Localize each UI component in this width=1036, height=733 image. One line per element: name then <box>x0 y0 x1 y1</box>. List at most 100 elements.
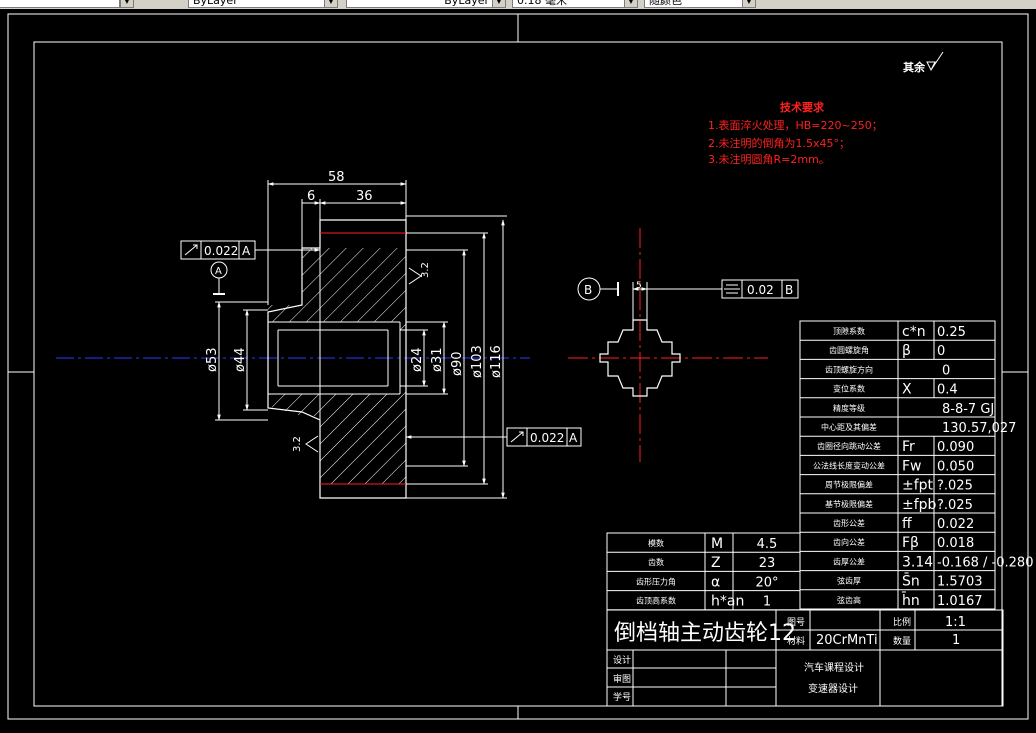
dim-dia24: ø24 <box>410 348 425 373</box>
runout-arrow-icon <box>510 431 524 443</box>
layer-dropdown[interactable]: ByLayer <box>188 0 338 8</box>
param-label: 齿形公差 <box>833 518 865 528</box>
project-name: 变速器设计 <box>808 682 858 695</box>
param-value: ?.025 <box>937 479 973 494</box>
basic-symbol: M <box>711 536 723 552</box>
param-label: 齿向公差 <box>833 537 865 547</box>
param-value: 1.5703 <box>937 575 983 590</box>
key-width-dim: 5 <box>636 281 642 291</box>
param-symbol: S̄n <box>902 572 920 590</box>
dim-dia103: ø103 <box>470 345 485 378</box>
dim-dia44: ø44 <box>233 348 248 373</box>
datum-b-label: B <box>584 283 592 297</box>
runout-bottom-value: 0.022 <box>530 431 564 445</box>
param-label: 齿厚公差 <box>833 556 865 566</box>
param-symbol: ff <box>902 516 912 532</box>
course-name: 汽车课程设计 <box>804 661 864 674</box>
dim-6: 6 <box>307 189 315 204</box>
designer-label: 设计 <box>613 654 631 666</box>
checker-label: 审图 <box>613 673 631 685</box>
param-value: 0.25 <box>937 325 966 340</box>
param-value: -0.168 / -0.280 <box>937 555 1033 570</box>
param-label: 公法线长度变动公差 <box>813 460 885 470</box>
basic-value: 23 <box>759 556 776 571</box>
param-value: 0.050 <box>937 459 974 474</box>
title-block-texts: 倒档轴主动齿轮12 图号 材料 20CrMnTi 比例 1:1 数量 1 设计 … <box>613 615 966 703</box>
symmetry-tolerance: 0.02 B <box>721 279 799 299</box>
param-symbol: X <box>902 382 912 398</box>
dim-dia116: ø116 <box>489 345 504 378</box>
param-symbol: ±fpb <box>902 497 937 513</box>
gear-section-view: 3.2 3.2 <box>267 219 431 499</box>
symmetry-value: 0.02 <box>747 283 774 297</box>
param-value: 0.090 <box>937 440 974 455</box>
runout-top-value: 0.022 <box>204 244 238 258</box>
qty-label: 数量 <box>893 635 911 647</box>
basic-label: 齿顶高系数 <box>636 596 676 606</box>
chevron-down-icon[interactable]: ▼ <box>742 0 756 8</box>
roughness-value-bottom: 3.2 <box>292 436 303 452</box>
color-dropdown[interactable] <box>0 0 120 8</box>
dim-36: 36 <box>356 189 373 204</box>
chevron-down-icon[interactable]: ▼ <box>624 0 638 8</box>
runout-tolerance-top: 0.022 A <box>180 240 321 260</box>
scale-value: 1:1 <box>945 615 966 630</box>
symmetry-icon <box>724 284 740 294</box>
param-label: 齿圆螺旋角 <box>829 345 869 355</box>
dim-dia90: ø90 <box>450 352 465 377</box>
linetype-dropdown[interactable]: ByLayer <box>346 0 506 8</box>
param-value: 1.0167 <box>937 594 983 609</box>
chevron-down-icon[interactable]: ▼ <box>120 0 134 8</box>
gear-parameter-table: 顶隙系数 c*n 0.25 齿圆螺旋角 β 0 齿顶螺旋方向 0 变位系数 X 0.4 精度等级 8-8… <box>799 320 1033 610</box>
runout-tolerance-bottom: 0.022 A <box>405 427 582 447</box>
dim-dia31: ø31 <box>430 348 445 373</box>
runout-bottom-datum: A <box>569 431 578 445</box>
roughness-note: 其余 <box>903 51 944 74</box>
runout-arrow-icon <box>184 244 198 256</box>
lineweight-dropdown[interactable]: 0.18 毫米 <box>512 0 638 8</box>
school-label: 学号 <box>613 691 631 703</box>
tech-req-title: 技术要求 <box>780 100 825 114</box>
properties-toolbar: ▼ ByLayer ▼ ByLayer ▼ 0.18 毫米 ▼ 随颜色 ▼ <box>0 0 1036 9</box>
param-label: 精度等级 <box>833 403 865 413</box>
part-name: 倒档轴主动齿轮12 <box>614 621 796 646</box>
basic-symbol: h*an <box>711 594 744 610</box>
param-label: 弦齿高 <box>837 595 861 605</box>
runout-top-datum: A <box>242 244 251 258</box>
basic-value: 1 <box>763 595 771 610</box>
material-label: 材料 <box>787 635 805 647</box>
basic-label: 齿形压力角 <box>636 576 676 586</box>
basic-label: 齿数 <box>648 557 664 567</box>
chevron-down-icon[interactable]: ▼ <box>492 0 506 8</box>
basic-symbol: α <box>711 574 720 590</box>
param-value: 0.4 <box>937 383 958 398</box>
param-symbol: 3.14 <box>902 554 933 570</box>
param-value: ?.025 <box>937 498 973 513</box>
roughness-symbol-icon <box>926 51 944 72</box>
param-label: 齿顶螺旋方向 <box>825 364 873 374</box>
basic-value: 4.5 <box>757 537 778 552</box>
param-value: 0 <box>942 363 950 378</box>
param-symbol: Fr <box>902 439 915 455</box>
drawing-no-label: 图号 <box>787 617 805 628</box>
basic-value: 20° <box>755 575 778 590</box>
param-value: 0.018 <box>937 536 974 551</box>
param-label: 齿圈径向跳动公差 <box>817 441 881 451</box>
tech-req-line-3: 3.未注明圆角R=2mm。 <box>708 152 830 166</box>
param-symbol: Fw <box>902 458 922 474</box>
datum-a-label: A <box>215 266 222 277</box>
param-symbol: h̄n <box>901 591 919 609</box>
param-value: 8-8-7 GJ <box>942 402 994 417</box>
chevron-down-icon[interactable]: ▼ <box>324 0 338 8</box>
datum-a-marker: A <box>210 261 228 295</box>
symmetry-datum: B <box>785 283 793 297</box>
dim-58: 58 <box>328 170 345 185</box>
qty-value: 1 <box>952 633 960 648</box>
tech-req-line-2: 2.未注明的倒角为1.5x45°； <box>708 136 850 150</box>
plotstyle-dropdown[interactable]: 随颜色 <box>644 0 756 8</box>
param-symbol: β <box>902 343 911 359</box>
drawing-canvas[interactable]: 其余 技术要求 1.表面淬火处理，HB=220~250； 2.未注明的倒角为1.… <box>0 9 1036 733</box>
param-symbol: c*n <box>902 324 926 340</box>
basic-label: 模数 <box>648 538 664 548</box>
param-value: 0.022 <box>937 517 974 532</box>
